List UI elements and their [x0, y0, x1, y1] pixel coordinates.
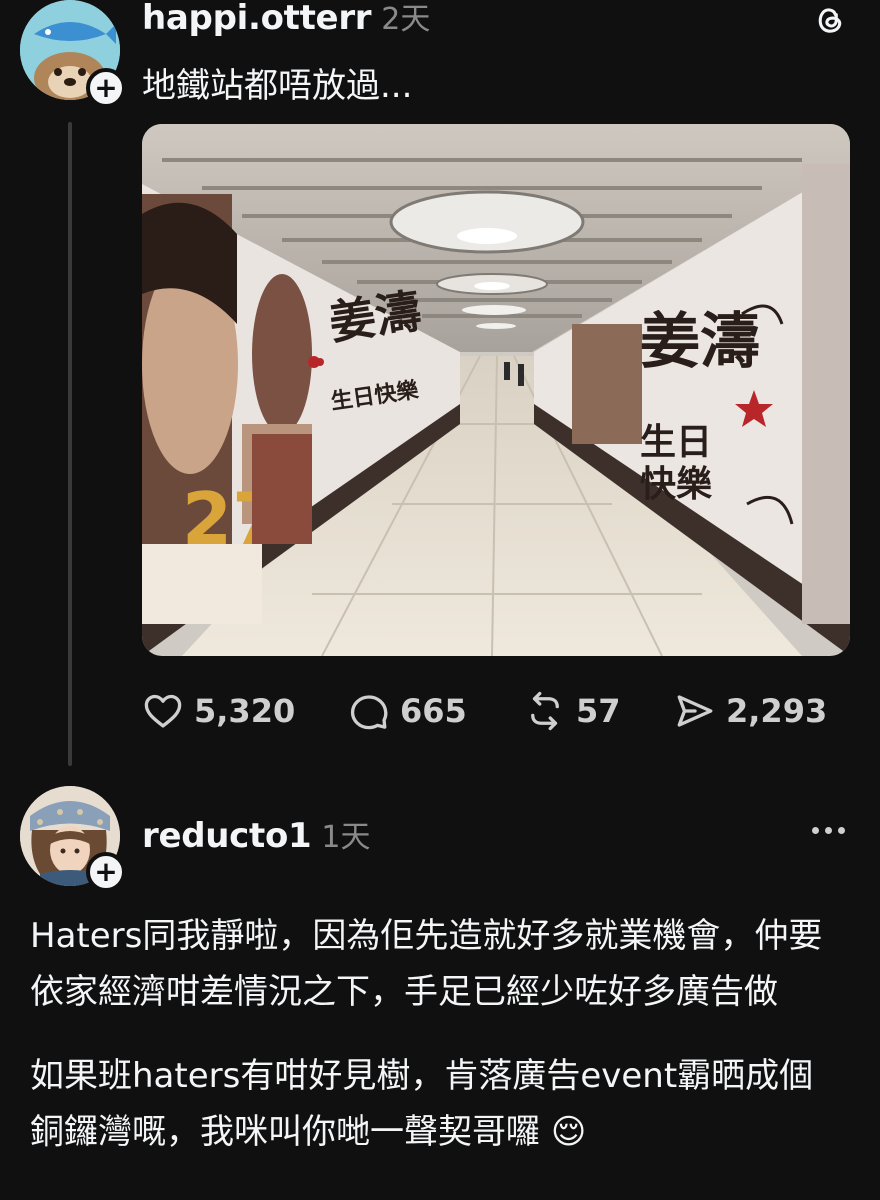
- reply-time: 1天: [321, 820, 371, 855]
- post-header: happi.otterr 2天: [142, 0, 430, 38]
- plus-icon: +: [94, 855, 118, 888]
- reply-username[interactable]: reducto1: [142, 816, 312, 856]
- post-image[interactable]: 姜濤 生日快樂 27 姜濤 生日 快樂: [142, 124, 850, 656]
- comment-count: 665: [400, 692, 467, 730]
- heart-icon: [144, 694, 182, 728]
- post-actions: 5,320 665 57 2,293: [142, 690, 850, 736]
- repost-count: 57: [576, 692, 621, 730]
- repost-button[interactable]: 57: [524, 690, 621, 732]
- post-username[interactable]: happi.otterr: [142, 0, 372, 38]
- like-button[interactable]: 5,320: [142, 690, 295, 732]
- svg-text:生日: 生日: [640, 422, 712, 463]
- plus-icon: +: [94, 71, 118, 104]
- reply-header: reducto1 1天: [142, 812, 371, 856]
- post-time: 2天: [381, 2, 431, 37]
- reply-paragraph-2: 如果班haters有咁好見樹，肯落廣告event霸晒成個銅鑼灣嘅，我咪叫你哋一聲…: [30, 1048, 842, 1160]
- reply-body: Haters同我靜啦，因為佢先造就好多就業機會，仲要依家經濟咁差情況之下，手足已…: [30, 908, 842, 1160]
- comment-bubble-icon: [350, 695, 388, 730]
- reply-paragraph-1: Haters同我靜啦，因為佢先造就好多就業機會，仲要依家經濟咁差情況之下，手足已…: [30, 916, 823, 1012]
- like-count: 5,320: [194, 692, 296, 730]
- more-dots-icon[interactable]: [812, 818, 852, 842]
- follow-button-happi-otterr[interactable]: +: [86, 68, 126, 108]
- svg-text:姜濤: 姜濤: [640, 307, 760, 377]
- share-count: 2,293: [726, 692, 828, 730]
- subway-corridor-photo: 姜濤 生日快樂 27 姜濤 生日 快樂: [142, 124, 850, 656]
- thread-line: [68, 122, 72, 766]
- post-text: 地鐵站都唔放過...: [142, 66, 413, 106]
- follow-button-reducto1[interactable]: +: [86, 852, 126, 892]
- relieved-face-emoji: 😌: [550, 1112, 587, 1152]
- send-icon: [677, 695, 713, 727]
- reply-paragraph-2-text: 如果班haters有咁好見樹，肯落廣告event霸晒成個銅鑼灣嘅，我咪叫你哋一聲…: [30, 1056, 814, 1152]
- share-button[interactable]: 2,293: [674, 690, 827, 732]
- repost-icon: [531, 691, 559, 731]
- comment-button[interactable]: 665: [348, 690, 467, 732]
- svg-text:快樂: 快樂: [640, 464, 713, 505]
- threads-logo-icon[interactable]: [812, 2, 852, 42]
